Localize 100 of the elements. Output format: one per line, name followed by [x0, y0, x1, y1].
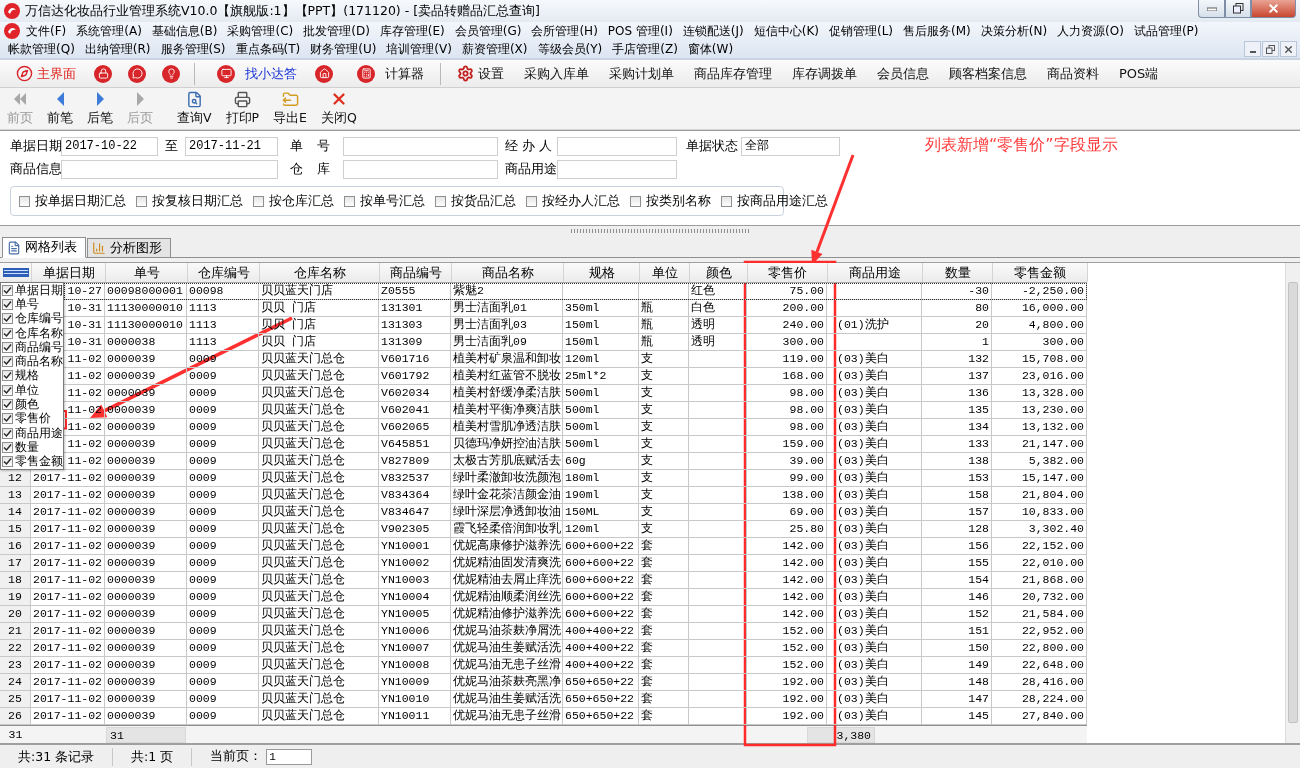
column-option[interactable]: 零售价 — [1, 411, 63, 426]
column-option[interactable]: 颜色 — [1, 397, 63, 412]
checkbox[interactable] — [2, 441, 13, 453]
checkbox-option[interactable]: 按仓库汇总 — [253, 192, 334, 210]
minimize-button[interactable] — [1244, 41, 1261, 57]
column-option[interactable]: 商品名称 — [1, 354, 63, 369]
input-field[interactable] — [343, 136, 498, 156]
input-field[interactable]: 2017-10-22 — [61, 136, 158, 156]
page-field[interactable]: 1 — [266, 748, 313, 765]
toolbar-button[interactable]: 主界面 — [8, 61, 84, 86]
toolbar-button[interactable]: 采购计划单 — [601, 61, 682, 86]
restore-button[interactable] — [1225, 0, 1251, 18]
table-row[interactable]: 19 2017-11-02 0000039 0009 贝贝蓝天门总仓 YN10004 优妮精油顺柔润丝洗 600+600+22 套 142.00 (03)美白 146 20,732.00 — [0, 589, 1087, 606]
checkbox-option[interactable]: 按类别名称 — [630, 192, 711, 210]
table-row[interactable]: 10-31 0000038 1113 贝贝 门店 131309 男士洁面乳09 150ml 瓶 透明 300.00 1 300.00 — [64, 334, 1087, 351]
toolbar-button[interactable]: 导出E — [268, 90, 312, 127]
toolbar-button[interactable]: 找小达答 — [203, 61, 305, 86]
toolbar-button[interactable]: 打印P — [220, 90, 265, 127]
menu-item[interactable]: 短信中心(K) — [749, 22, 823, 40]
toolbar-button[interactable]: 库存调拨单 — [784, 61, 865, 86]
scrollbar[interactable] — [1285, 263, 1300, 743]
input-field[interactable]: 2017-11-21 — [185, 136, 278, 156]
table-row[interactable]: 11-02 0000039 0009 贝贝蓝天门总仓 V602065 植美村雪肌净透洁肤 500ml 支 98.00 (03)美白 134 13,132.00 — [64, 419, 1087, 436]
checkbox[interactable] — [2, 327, 13, 339]
checkbox[interactable] — [2, 370, 13, 382]
column-header[interactable]: 零售价 — [748, 263, 828, 282]
toolbar-button[interactable]: 后笔 — [82, 90, 118, 127]
toolbar-button[interactable]: 顾客档案信息 — [941, 61, 1035, 86]
table-row[interactable]: 13 2017-11-02 0000039 0009 贝贝蓝天门总仓 V834364 绿叶金花茶洁颜金油 190ml 支 138.00 (03)美白 158 21,804.00 — [0, 487, 1087, 504]
menu-item[interactable]: 重点条码(T) — [231, 40, 305, 58]
checkbox[interactable] — [2, 399, 13, 410]
table-row[interactable]: 23 2017-11-02 0000039 0009 贝贝蓝天门总仓 YN10008 优妮马油无患子丝滑 400+400+22 套 152.00 (03)美白 149 22,648.00 — [0, 657, 1087, 674]
menu-item[interactable]: 售后服务(M) — [899, 22, 975, 40]
checkbox-option[interactable]: 按复核日期汇总 — [136, 192, 243, 210]
checkbox[interactable] — [2, 427, 13, 439]
checkbox[interactable] — [344, 195, 355, 207]
input-field[interactable]: 全部 — [741, 136, 840, 156]
checkbox[interactable] — [2, 298, 13, 310]
restore-button[interactable] — [1262, 41, 1279, 57]
toolbar-button[interactable]: 采购入库单 — [516, 61, 597, 86]
checkbox[interactable] — [19, 195, 30, 207]
checkbox[interactable] — [435, 195, 446, 207]
menu-item[interactable]: 系统管理(A) — [72, 22, 146, 40]
column-header[interactable]: 商品编号 — [380, 263, 452, 282]
column-header[interactable]: 商品名称 — [452, 263, 564, 282]
checkbox-option[interactable]: 按货品汇总 — [435, 192, 516, 210]
table-row[interactable]: 10-31 11130000010 1113 贝贝 门店 131303 男士洁面乳03 150ml 瓶 透明 240.00 (01)洗护 20 4,800.00 — [64, 317, 1087, 334]
column-option[interactable]: 仓库编号 — [1, 311, 63, 326]
input-field[interactable] — [343, 159, 498, 179]
checkbox-option[interactable]: 按单据日期汇总 — [19, 192, 126, 210]
checkbox-option[interactable]: 按经办人汇总 — [526, 192, 620, 210]
menu-item[interactable]: 手店管理(Z) — [608, 40, 682, 58]
column-option[interactable]: 零售金额 — [1, 454, 63, 469]
checkbox[interactable] — [2, 384, 13, 396]
column-option[interactable]: 规格 — [1, 368, 63, 384]
menu-item[interactable]: 出纳管理(R) — [80, 40, 155, 58]
column-header[interactable]: 单号 — [106, 263, 188, 282]
input-field[interactable] — [61, 159, 278, 179]
checkbox[interactable] — [2, 456, 13, 468]
checkbox[interactable] — [2, 284, 13, 296]
tab[interactable]: 网格列表 — [2, 237, 86, 258]
menu-item[interactable]: 试品管理(P) — [1129, 22, 1203, 40]
column-option[interactable]: 单据日期 — [1, 283, 63, 298]
menu-item[interactable]: 批发管理(D) — [299, 22, 374, 40]
toolbar-button[interactable]: 查询V — [172, 90, 217, 127]
toolbar-button[interactable]: 商品资料 — [1039, 61, 1107, 86]
checkbox[interactable] — [2, 341, 13, 353]
checkbox[interactable] — [630, 195, 641, 207]
toolbar-button[interactable]: POS端 — [1111, 61, 1167, 86]
table-row[interactable]: 22 2017-11-02 0000039 0009 贝贝蓝天门总仓 YN10007 优妮马油生姜赋活洗 400+400+22 套 152.00 (03)美白 150 22,800.00 — [0, 640, 1087, 657]
menu-item[interactable]: 文件(F) — [22, 22, 71, 40]
input-field[interactable] — [557, 136, 677, 156]
input-field[interactable] — [557, 159, 677, 179]
close-button[interactable] — [1280, 41, 1297, 57]
list-icon[interactable] — [2, 268, 29, 277]
table-row[interactable]: 10-31 11130000010 1113 贝贝 门店 131301 男士洁面乳01 350ml 瓶 白色 200.00 80 16,000.00 — [64, 300, 1087, 317]
table-row[interactable]: 10-27 00098000001 00098 贝贝蓝天门店 Z0555 紫魅2 红色 75.00 -30 -2,250.00 — [64, 283, 1087, 300]
toolbar-button[interactable]: 会员信息 — [869, 61, 937, 86]
checkbox[interactable] — [526, 195, 537, 207]
menu-item[interactable]: 财务管理(U) — [306, 40, 381, 58]
table-row[interactable]: 14 2017-11-02 0000039 0009 贝贝蓝天门总仓 V834647 绿叶深层净透卸妆油 150ML 支 69.00 (03)美白 157 10,833.00 — [0, 504, 1087, 521]
menu-item[interactable]: 连锁配送(J) — [678, 22, 748, 40]
column-header[interactable]: 零售金额 — [993, 263, 1088, 282]
column-header[interactable]: 单位 — [640, 263, 690, 282]
menu-item[interactable]: 库存管理(E) — [375, 22, 449, 40]
toolbar-button[interactable]: 计算器 — [343, 61, 432, 86]
splitter-grip[interactable] — [570, 229, 750, 233]
column-header[interactable]: 数量 — [923, 263, 993, 282]
column-option[interactable]: 单位 — [1, 383, 63, 398]
toolbar-button[interactable]: 前笔 — [42, 90, 78, 127]
checkbox-option[interactable]: 按商品用途汇总 — [721, 192, 828, 210]
column-option[interactable]: 商品用途 — [1, 425, 63, 441]
menu-item[interactable]: 基础信息(B) — [147, 22, 222, 40]
column-header[interactable]: 颜色 — [690, 263, 748, 282]
table-row[interactable]: 16 2017-11-02 0000039 0009 贝贝蓝天门总仓 YN10001 优妮高康修护滋养洗 600+600+22 套 142.00 (03)美白 156 22,152.00 — [0, 538, 1087, 555]
lightbulb-icon[interactable] — [162, 64, 180, 83]
house-icon[interactable] — [315, 64, 333, 83]
table-row[interactable]: 12 2017-11-02 0000039 0009 贝贝蓝天门总仓 V832537 绿叶柔澈卸妆洗颜泡 180ml 支 99.00 (03)美白 153 15,147.00 — [0, 470, 1087, 487]
table-row[interactable]: 15 2017-11-02 0000039 0009 贝贝蓝天门总仓 V902305 霞飞轻柔倍润卸妆乳 120ml 支 25.80 (03)美白 128 3,302.40 — [0, 521, 1087, 538]
menu-item[interactable]: 采购管理(C) — [223, 22, 298, 40]
